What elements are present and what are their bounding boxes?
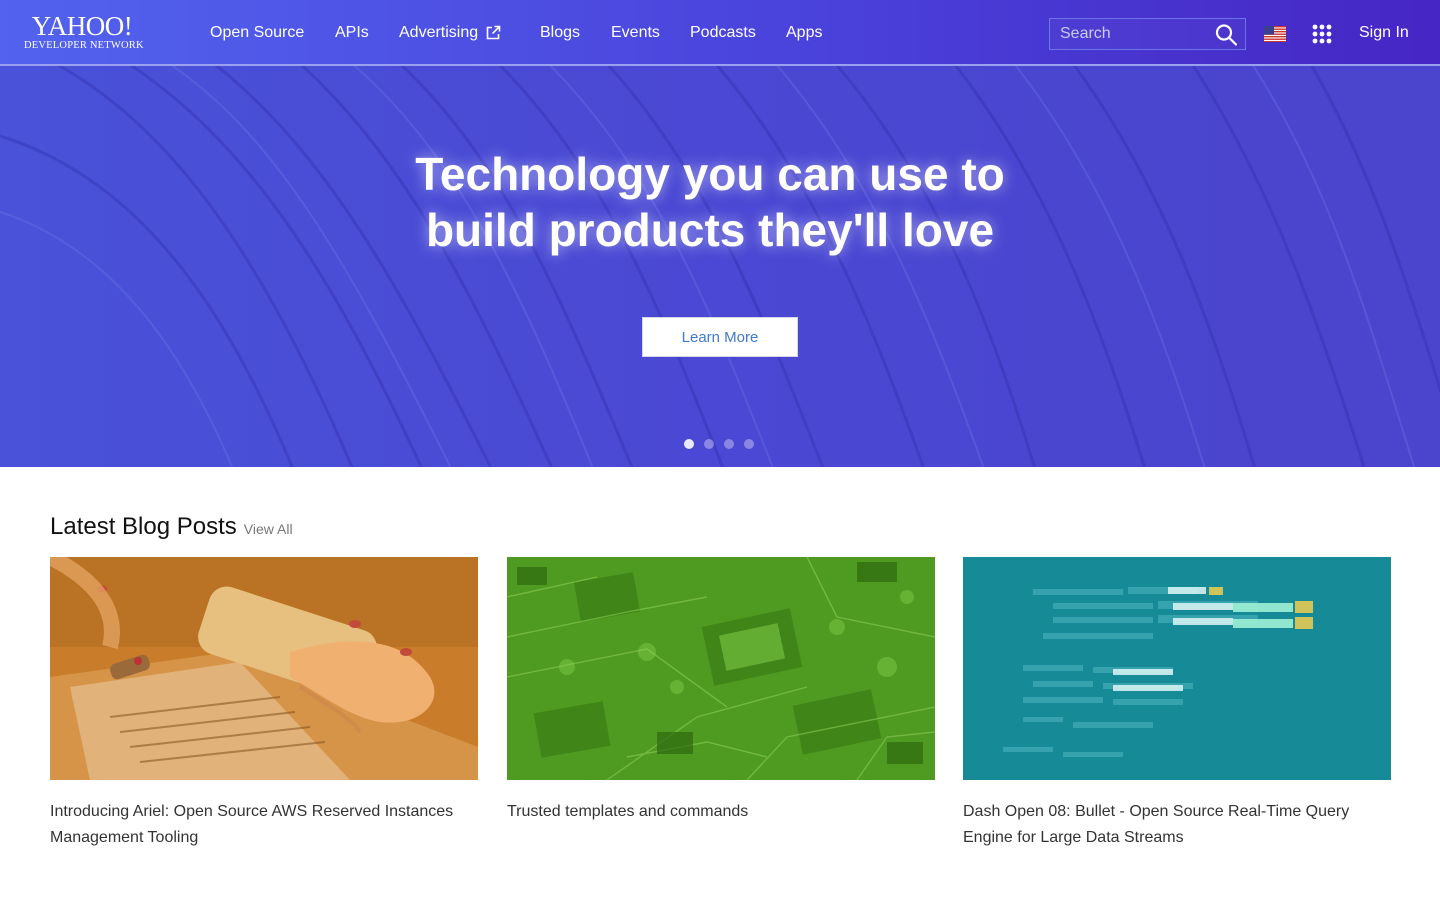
- blog-section-header: Latest Blog Posts View All: [50, 512, 293, 542]
- apps-grid-icon[interactable]: [1312, 24, 1332, 44]
- logo-subtitle: DEVELOPER NETWORK: [24, 40, 144, 51]
- sign-in-link[interactable]: Sign In: [1359, 23, 1409, 43]
- carousel-dot-2[interactable]: [704, 439, 714, 449]
- hero-title-line-1: Technology you can use to: [415, 148, 1005, 200]
- carousel-indicators: [684, 439, 754, 449]
- nav-item-label: APIs: [335, 24, 369, 41]
- nav-item-open-source[interactable]: Open Source: [210, 23, 304, 43]
- carousel-dot-1[interactable]: [684, 439, 694, 449]
- learn-more-button[interactable]: Learn More: [642, 317, 798, 357]
- us-flag-icon[interactable]: [1264, 26, 1286, 42]
- view-all-link[interactable]: View All: [244, 521, 293, 537]
- yahoo-developer-logo[interactable]: YAHOO! DEVELOPER NETWORK: [24, 13, 146, 53]
- nav-item-events[interactable]: Events: [611, 23, 660, 43]
- phone-laptop-image[interactable]: [50, 557, 478, 780]
- nav-item-label: Blogs: [540, 24, 581, 41]
- nav-item-label: Open Source: [210, 24, 305, 41]
- hero-banner: Technology you can use to build products…: [0, 66, 1440, 467]
- carousel-dot-3[interactable]: [724, 439, 734, 449]
- nav-item-blogs[interactable]: Blogs: [540, 23, 580, 43]
- code-screen-image[interactable]: [963, 557, 1391, 780]
- nav-item-label: Apps: [786, 24, 823, 41]
- search-input[interactable]: [1050, 19, 1210, 49]
- nav-item-label: Podcasts: [690, 24, 756, 41]
- search-icon[interactable]: [1214, 23, 1240, 47]
- hero-title-line-2: build products they'll love: [425, 204, 995, 256]
- search-form: [1049, 18, 1246, 50]
- nav-item-advertising[interactable]: Advertising: [399, 23, 502, 43]
- nav-item-apis[interactable]: APIs: [335, 23, 369, 43]
- blog-card-title[interactable]: Introducing Ariel: Open Source AWS Reser…: [50, 799, 470, 851]
- logo-wordmark: YAHOO!: [31, 11, 133, 41]
- external-link-icon: [484, 24, 502, 42]
- nav-item-label: Advertising: [399, 24, 479, 41]
- hero-title: Technology you can use to build products…: [320, 146, 1100, 258]
- top-navigation-bar: YAHOO! DEVELOPER NETWORK Open Source API…: [0, 0, 1440, 66]
- circuit-board-image[interactable]: [507, 557, 935, 780]
- blog-card-title[interactable]: Dash Open 08: Bullet - Open Source Real-…: [963, 799, 1383, 851]
- nav-item-podcasts[interactable]: Podcasts: [690, 23, 756, 43]
- blog-card-title[interactable]: Trusted templates and commands: [507, 799, 927, 825]
- hero-background-image: [0, 66, 1440, 467]
- blog-section-title: Latest Blog Posts: [50, 513, 237, 540]
- nav-item-label: Events: [611, 24, 660, 41]
- nav-item-apps[interactable]: Apps: [786, 23, 822, 43]
- carousel-dot-4[interactable]: [744, 439, 754, 449]
